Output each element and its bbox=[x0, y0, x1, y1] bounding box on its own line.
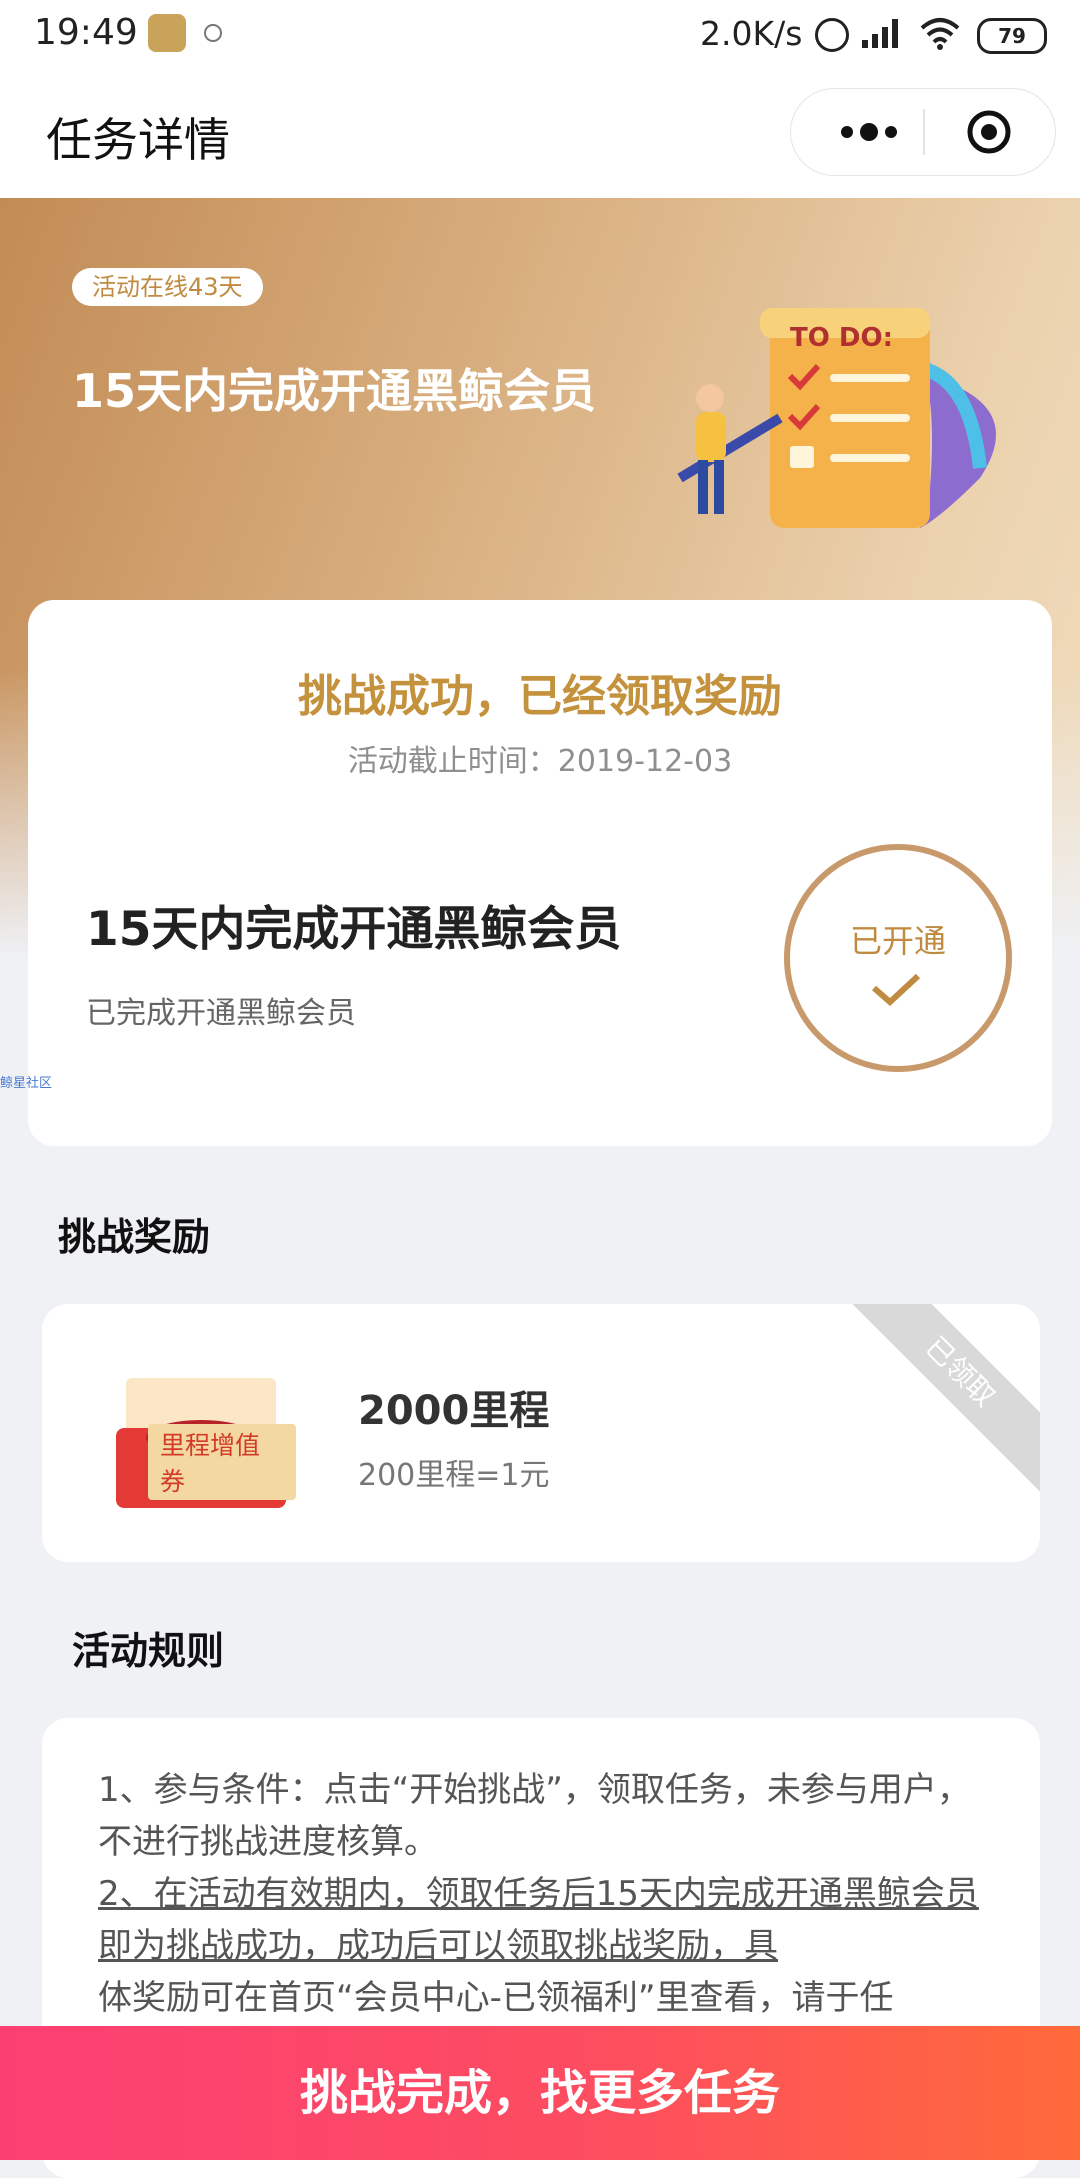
todo-text: TO DO: bbox=[790, 323, 893, 353]
challenge-status-card: 挑战成功，已经领取奖励 活动截止时间：2019-12-03 15天内完成开通黑鲸… bbox=[28, 600, 1052, 1146]
find-more-tasks-button[interactable]: 挑战完成，找更多任务 bbox=[0, 2026, 1080, 2160]
online-days-badge: 活动在线43天 bbox=[72, 268, 263, 306]
todo-illustration: TO DO: bbox=[677, 308, 996, 528]
hero-title: 15天内完成开通黑鲸会员 bbox=[72, 364, 597, 418]
status-bar: 19:49 2.0K/s 79 bbox=[0, 0, 1080, 68]
deadline-text: 活动截止时间：2019-12-03 bbox=[347, 744, 733, 779]
claimed-ribbon: 已领取 bbox=[834, 1304, 1040, 1498]
capsule-divider bbox=[923, 109, 925, 155]
notification-icon bbox=[148, 14, 186, 52]
rules-section-title: 活动规则 bbox=[72, 1629, 225, 1673]
watermark: 鲸星社区 bbox=[0, 1076, 53, 1091]
rule-line-1: 1、参与条件：点击“开始挑战”，领取任务，未参与用户，不进行挑战进度核算。 bbox=[98, 1770, 971, 1862]
nav-bar: 任务详情 bbox=[0, 68, 1080, 198]
status-time: 19:49 bbox=[34, 12, 138, 53]
network-speed: 2.0K/s bbox=[700, 14, 803, 53]
reward-card[interactable]: 里程增值券 2000里程 200里程=1元 已领取 bbox=[42, 1304, 1040, 1562]
check-icon bbox=[872, 973, 921, 1007]
mini-program-capsule bbox=[790, 88, 1056, 176]
rules-text: 1、参与条件：点击“开始挑战”，领取任务，未参与用户，不进行挑战进度核算。 2、… bbox=[98, 1764, 988, 2024]
alarm-icon bbox=[815, 18, 849, 52]
page-title: 任务详情 bbox=[46, 113, 230, 167]
dot-icon bbox=[204, 24, 222, 42]
reward-name: 2000里程 bbox=[358, 1388, 550, 1434]
task-title: 15天内完成开通黑鲸会员 bbox=[86, 902, 622, 957]
target-close-icon[interactable] bbox=[966, 109, 1012, 155]
rule-line-2: 2、在活动有效期内，领取任务后15天内完成开通黑鲸会员即为挑战成功，成功后可以领… bbox=[98, 1874, 979, 1966]
task-progress-text: 已完成开通黑鲸会员 bbox=[86, 996, 356, 1031]
reward-rate: 200里程=1元 bbox=[358, 1458, 550, 1493]
more-icon[interactable] bbox=[829, 109, 909, 155]
activated-stamp: 已开通 bbox=[784, 844, 1012, 1072]
battery-icon: 79 bbox=[977, 18, 1047, 54]
voucher-label: 里程增值券 bbox=[148, 1424, 296, 1500]
signal-icon bbox=[862, 19, 898, 48]
activated-label: 已开通 bbox=[849, 922, 946, 960]
challenge-result-title: 挑战成功，已经领取奖励 bbox=[298, 671, 782, 722]
mileage-voucher-image: 里程增值券 bbox=[96, 1358, 296, 1518]
reward-section-title: 挑战奖励 bbox=[58, 1215, 211, 1259]
rule-line-3: 体奖励可在首页“会员中心-已领福利”里查看，请于任 bbox=[98, 1978, 894, 2018]
wifi-icon bbox=[920, 18, 960, 50]
cta-label: 挑战完成，找更多任务 bbox=[299, 2065, 780, 2121]
